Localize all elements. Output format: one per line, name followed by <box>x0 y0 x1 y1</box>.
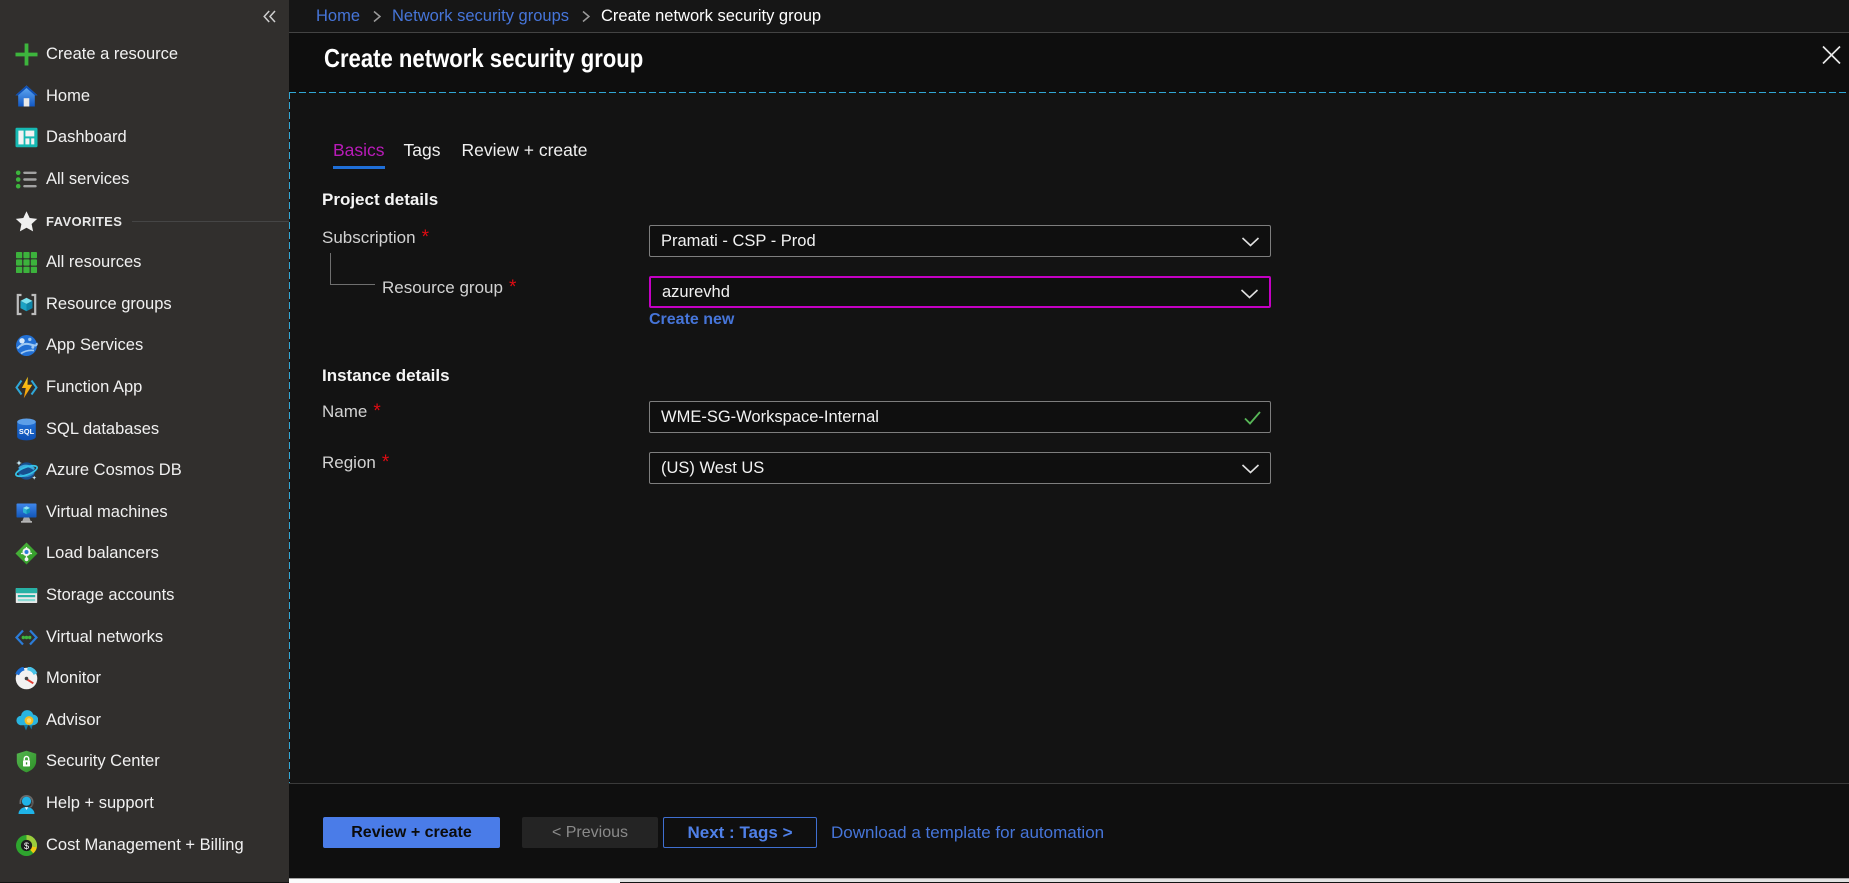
svg-text:$: $ <box>24 840 29 850</box>
svg-text:SQL: SQL <box>19 427 35 436</box>
